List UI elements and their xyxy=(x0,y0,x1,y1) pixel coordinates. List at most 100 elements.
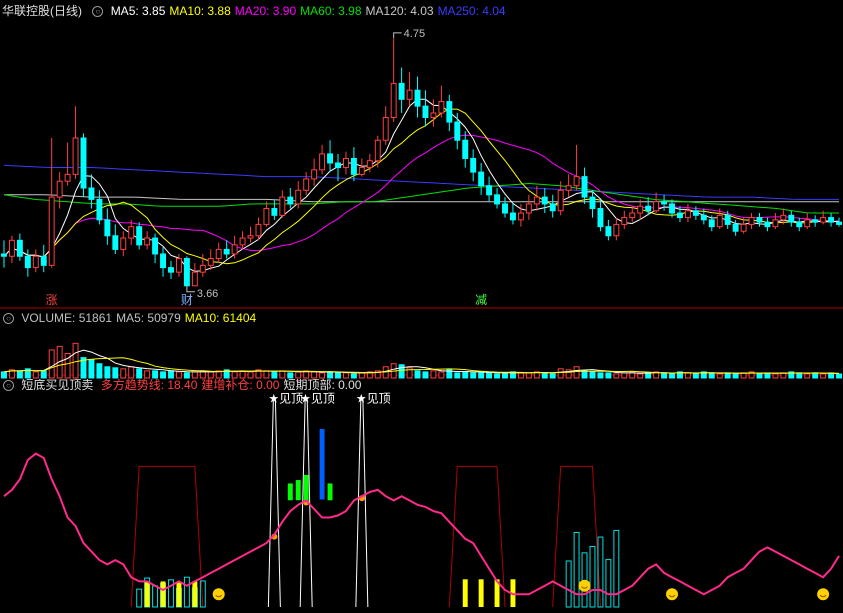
candle-body xyxy=(430,112,437,119)
volume-bar xyxy=(422,371,429,379)
volume-bar xyxy=(756,373,763,379)
candle-body xyxy=(207,258,214,266)
candle-body xyxy=(549,203,556,212)
candle-body xyxy=(287,196,294,205)
candle-body xyxy=(422,105,429,119)
candle-body xyxy=(136,226,143,246)
candle-body xyxy=(533,196,540,205)
candle-body xyxy=(525,203,532,214)
candle-body xyxy=(605,226,612,237)
volume-bar xyxy=(573,366,580,379)
candle-body xyxy=(239,237,246,246)
low-price-label: 3.66 xyxy=(197,288,218,300)
candle-body xyxy=(263,207,270,225)
top-signal-label: ★见顶 xyxy=(300,391,335,405)
candle-body xyxy=(223,248,230,255)
cyan-step-bar xyxy=(613,529,620,608)
candle-body xyxy=(382,117,389,141)
volume-bar xyxy=(96,363,103,379)
momentum-bar xyxy=(303,474,309,501)
volume-bar xyxy=(764,372,771,379)
volume-bar xyxy=(191,371,198,379)
volume-bar xyxy=(40,370,47,379)
cyan-step-bar xyxy=(605,559,612,608)
candle-body xyxy=(462,139,469,159)
candle-body xyxy=(406,89,413,100)
stock-chart[interactable]: 4.753.66涨财减★见顶★见顶 ★见顶 xyxy=(0,0,843,613)
volume-bar xyxy=(812,372,819,379)
volume-bar xyxy=(684,372,691,379)
candle-body xyxy=(120,237,127,250)
volume-bar xyxy=(327,371,334,379)
candle-body xyxy=(509,212,516,221)
volume-bar xyxy=(1,371,7,379)
volume-bar xyxy=(207,371,214,379)
candle-body xyxy=(8,239,15,257)
volume-bar xyxy=(494,373,501,379)
volume-bar xyxy=(637,373,644,379)
volume-bar xyxy=(175,371,182,379)
momentum-bar xyxy=(327,483,333,501)
volume-bar xyxy=(160,371,166,379)
candle-body xyxy=(597,207,604,228)
candle-body xyxy=(716,214,723,228)
volume-bar xyxy=(168,370,174,379)
candle-body xyxy=(88,187,95,200)
candle-body xyxy=(215,248,222,260)
buy-column xyxy=(192,581,198,607)
candle-body xyxy=(374,139,381,162)
cyan-step-bar xyxy=(565,560,572,608)
candle-body xyxy=(748,217,755,225)
high-pointer xyxy=(393,32,402,38)
volume-bar xyxy=(613,373,620,379)
candle-body xyxy=(319,153,326,171)
candle-body xyxy=(756,217,763,223)
ma-line-ma250 xyxy=(3,164,839,200)
candle-body xyxy=(279,196,286,216)
candle-body xyxy=(390,82,397,119)
volume-bar xyxy=(239,370,246,379)
candle-body xyxy=(573,176,580,187)
volume-bar xyxy=(820,373,827,379)
volume-bar xyxy=(796,372,803,379)
ma-line-ma20 xyxy=(3,134,840,258)
top-signal-label: ★见顶 xyxy=(268,391,303,405)
candle-body xyxy=(692,210,699,216)
smiley-buy-icon xyxy=(817,588,830,601)
candle-body xyxy=(764,221,771,228)
candle-body xyxy=(637,205,644,214)
momentum-bar xyxy=(295,480,301,501)
candle-body xyxy=(40,255,47,266)
candle-body xyxy=(199,264,206,273)
candle-body xyxy=(24,255,31,269)
cyan-step-bar xyxy=(152,585,159,608)
volume-bar xyxy=(152,370,159,379)
candle-body xyxy=(565,185,572,191)
volume-bar xyxy=(517,372,524,379)
candle-body xyxy=(589,196,596,209)
event-marker-0: 涨 xyxy=(46,292,58,307)
candle-body xyxy=(629,212,636,219)
volume-bar xyxy=(597,372,604,379)
volume-bar xyxy=(342,372,349,379)
volume-bar xyxy=(271,371,278,379)
volume-bar xyxy=(311,371,318,379)
candle-body xyxy=(56,180,63,198)
candle-body xyxy=(796,221,803,228)
candle-body xyxy=(1,253,7,257)
candle-body xyxy=(820,217,827,223)
candle-body xyxy=(128,226,135,239)
volume-bar xyxy=(645,372,652,379)
candle-body xyxy=(486,185,493,196)
event-marker-2: 减 xyxy=(475,293,487,307)
candle-body xyxy=(740,223,747,232)
candle-body xyxy=(335,162,341,169)
volume-bar xyxy=(661,372,668,379)
top-signal-label: ★见顶 xyxy=(356,391,391,405)
volume-bar xyxy=(478,371,485,379)
buy-column xyxy=(176,581,182,607)
high-price-label: 4.75 xyxy=(404,28,425,40)
volume-bar xyxy=(16,370,23,379)
candle-body xyxy=(470,157,477,173)
volume-bar xyxy=(120,368,127,379)
